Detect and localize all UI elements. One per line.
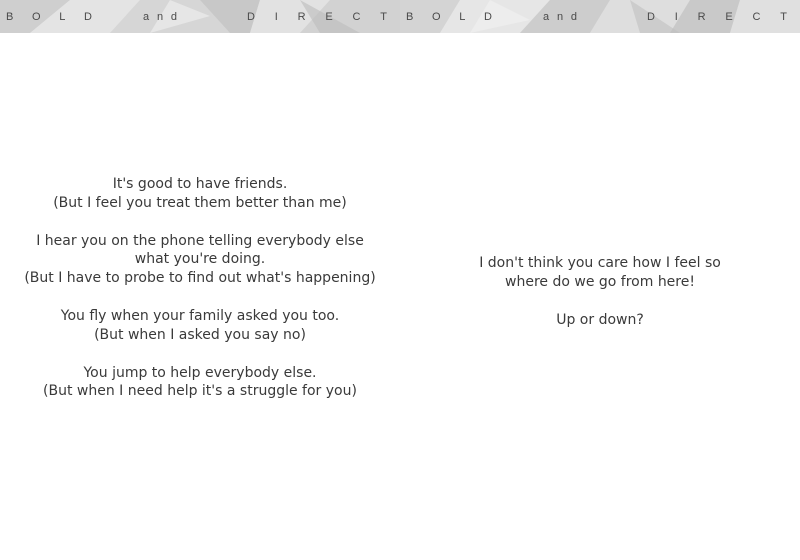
right-poem: I don't think you care how I feel so whe… — [400, 254, 800, 348]
stanza: You jump to help everybody else. (But wh… — [0, 364, 400, 402]
poem-line: (But I feel you treat them better than m… — [53, 194, 347, 211]
header-word-and: and — [143, 10, 177, 23]
header-word-bold: BOLD — [406, 10, 492, 23]
poem-line: (But when I need help it's a struggle fo… — [43, 383, 357, 400]
header-word-bold: BOLD — [6, 10, 92, 23]
left-page: BOLD and DIRECT It's good to have friend… — [0, 0, 400, 560]
right-page: BOLD and DIRECT I don't think you care h… — [400, 0, 800, 560]
poem-line: (But I have to probe to find out what's … — [24, 270, 376, 287]
header-title: BOLD and DIRECT — [0, 0, 400, 33]
header-title: BOLD and DIRECT — [400, 0, 800, 33]
stanza: I hear you on the phone telling everybod… — [0, 232, 400, 288]
poem-line: I hear you on the phone telling everybod… — [36, 232, 364, 249]
stanza: You fly when your family asked you too. … — [0, 307, 400, 345]
page-header-banner: BOLD and DIRECT — [0, 0, 400, 33]
stanza: It's good to have friends. (But I feel y… — [0, 175, 400, 213]
poem-line: where do we go from here! — [505, 273, 695, 290]
poem-line: You fly when your family asked you too. — [60, 307, 340, 324]
stanza: I don't think you care how I feel so whe… — [400, 254, 800, 292]
poem-line: what you're doing. — [134, 251, 266, 268]
book-spread: BOLD and DIRECT It's good to have friend… — [0, 0, 800, 560]
poem-line: You jump to help everybody else. — [83, 364, 317, 381]
poem-line: It's good to have friends. — [112, 176, 288, 192]
poem-line: (But when I asked you say no) — [94, 326, 306, 343]
left-poem: It's good to have friends. (But I feel y… — [0, 175, 400, 420]
header-word-direct: DIRECT — [247, 10, 387, 23]
poem-line: I don't think you care how I feel so — [479, 255, 721, 271]
header-word-direct: DIRECT — [647, 10, 787, 23]
poem-line: Up or down? — [556, 311, 644, 328]
stanza: Up or down? — [400, 311, 800, 330]
header-word-and: and — [543, 10, 577, 23]
page-header-banner: BOLD and DIRECT — [400, 0, 800, 33]
